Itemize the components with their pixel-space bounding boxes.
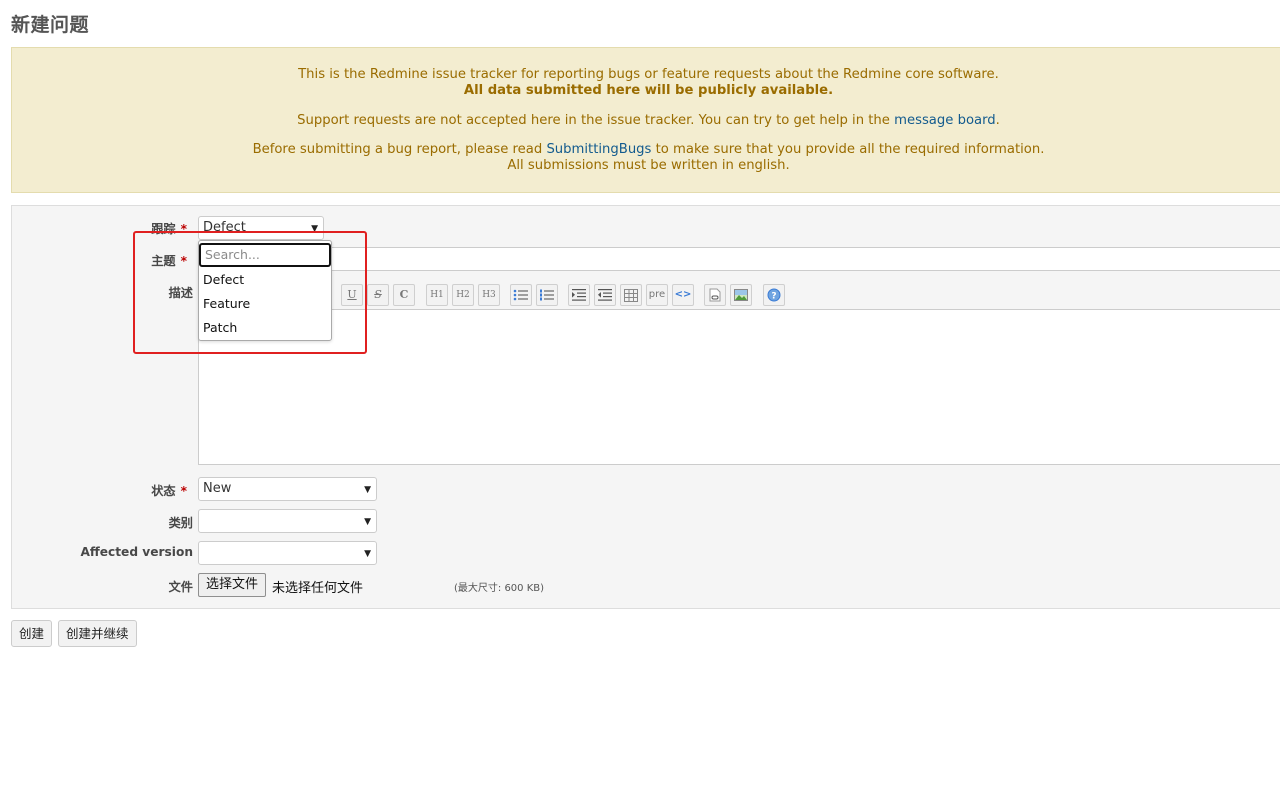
outdent-button[interactable] (594, 284, 616, 306)
table-button[interactable] (620, 284, 642, 306)
table-icon (624, 289, 638, 302)
notice-line-5: All submissions must be written in engli… (507, 158, 790, 173)
indent-icon (572, 289, 586, 301)
tracker-label-text: 跟踪 (151, 222, 176, 236)
create-and-continue-button[interactable]: 创建并继续 (58, 620, 137, 647)
subject-input[interactable] (198, 247, 1280, 271)
pre-button[interactable]: pre (646, 284, 668, 306)
heading1-button[interactable]: H1 (426, 284, 448, 306)
status-select-value: New (203, 481, 232, 496)
new-issue-page: 新建问题 This is the Redmine issue tracker f… (0, 0, 1280, 800)
status-required-mark: * (180, 484, 187, 498)
notice-support-text: Support requests are not accepted here i… (297, 113, 895, 128)
subject-label: 主题 * (151, 251, 187, 269)
indent-button[interactable] (568, 284, 590, 306)
flash-notice: This is the Redmine issue tracker for re… (11, 47, 1280, 193)
bullet-list-button[interactable] (510, 284, 532, 306)
strikethrough-button[interactable]: S (367, 284, 389, 306)
chevron-down-icon: ▼ (364, 549, 371, 559)
description-textarea[interactable] (198, 309, 1280, 465)
category-label: 类别 (168, 516, 193, 530)
notice-read-text: Before submitting a bug report, please r… (252, 142, 547, 157)
notice-line-1: This is the Redmine issue tracker for re… (298, 67, 999, 82)
tracker-option-patch[interactable]: Patch (199, 317, 331, 341)
code-highlight-button[interactable]: <> (672, 284, 694, 306)
subject-label-text: 主题 (151, 254, 176, 268)
notice-public-warning: All data submitted here will be publicly… (463, 83, 834, 98)
svg-text:?: ? (771, 292, 776, 302)
status-label: 状态 * (151, 481, 187, 499)
underline-button[interactable]: U (341, 284, 363, 306)
max-file-size-text: (最大尺寸: 600 KB) (454, 583, 545, 594)
tracker-select-value: Defect (203, 220, 246, 235)
tracker-select[interactable]: Defect ▼ (198, 216, 324, 240)
wiki-toolbar: U S C H1 H2 H3 pre <> ? (198, 279, 1280, 311)
category-select[interactable]: ▼ (198, 509, 377, 533)
tracker-search-input[interactable]: Search... (199, 243, 331, 267)
chevron-down-icon: ▼ (311, 224, 318, 234)
code-icon: <> (674, 289, 692, 300)
numbered-list-button[interactable] (536, 284, 558, 306)
tracker-required-mark: * (180, 222, 187, 236)
image-button[interactable] (730, 284, 752, 306)
image-icon (734, 289, 748, 301)
tracker-dropdown: Search... Defect Feature Patch (198, 240, 332, 341)
no-file-chosen-text: 未选择任何文件 (272, 581, 364, 596)
notice-required-info-text: to make sure that you provide all the re… (651, 142, 1045, 157)
help-button[interactable]: ? (763, 284, 785, 306)
affected-version-select[interactable]: ▼ (198, 541, 377, 565)
affected-version-label: Affected version (80, 545, 193, 559)
tracker-option-defect[interactable]: Defect (199, 269, 331, 293)
chevron-down-icon: ▼ (364, 517, 371, 527)
subject-required-mark: * (180, 254, 187, 268)
tracker-label: 跟踪 * (151, 219, 187, 237)
heading2-button[interactable]: H2 (452, 284, 474, 306)
chevron-down-icon: ▼ (364, 485, 371, 495)
link-button[interactable] (704, 284, 726, 306)
notice-line-3: Support requests are not accepted here i… (12, 113, 1280, 129)
file-label: 文件 (168, 580, 193, 594)
link-icon (709, 288, 721, 302)
submitting-bugs-link[interactable]: SubmittingBugs (546, 142, 651, 157)
message-board-link[interactable]: message board (894, 113, 996, 128)
tracker-option-feature[interactable]: Feature (199, 293, 331, 317)
bullet-list-icon (513, 289, 528, 301)
notice-period: . (995, 113, 1000, 128)
page-title: 新建问题 (11, 14, 90, 36)
inline-code-button[interactable]: C (393, 284, 415, 306)
outdent-icon (598, 289, 612, 301)
status-select[interactable]: New ▼ (198, 477, 377, 501)
numbered-list-icon (540, 289, 554, 301)
choose-file-button[interactable]: 选择文件 (198, 573, 267, 597)
notice-line-2: All data submitted here will be publicly… (12, 83, 1280, 99)
notice-line-4: Before submitting a bug report, please r… (12, 142, 1280, 158)
status-label-text: 状态 (151, 484, 176, 498)
help-icon: ? (767, 288, 781, 302)
heading3-button[interactable]: H3 (478, 284, 500, 306)
description-label: 描述 (168, 286, 193, 300)
create-button[interactable]: 创建 (11, 620, 53, 647)
